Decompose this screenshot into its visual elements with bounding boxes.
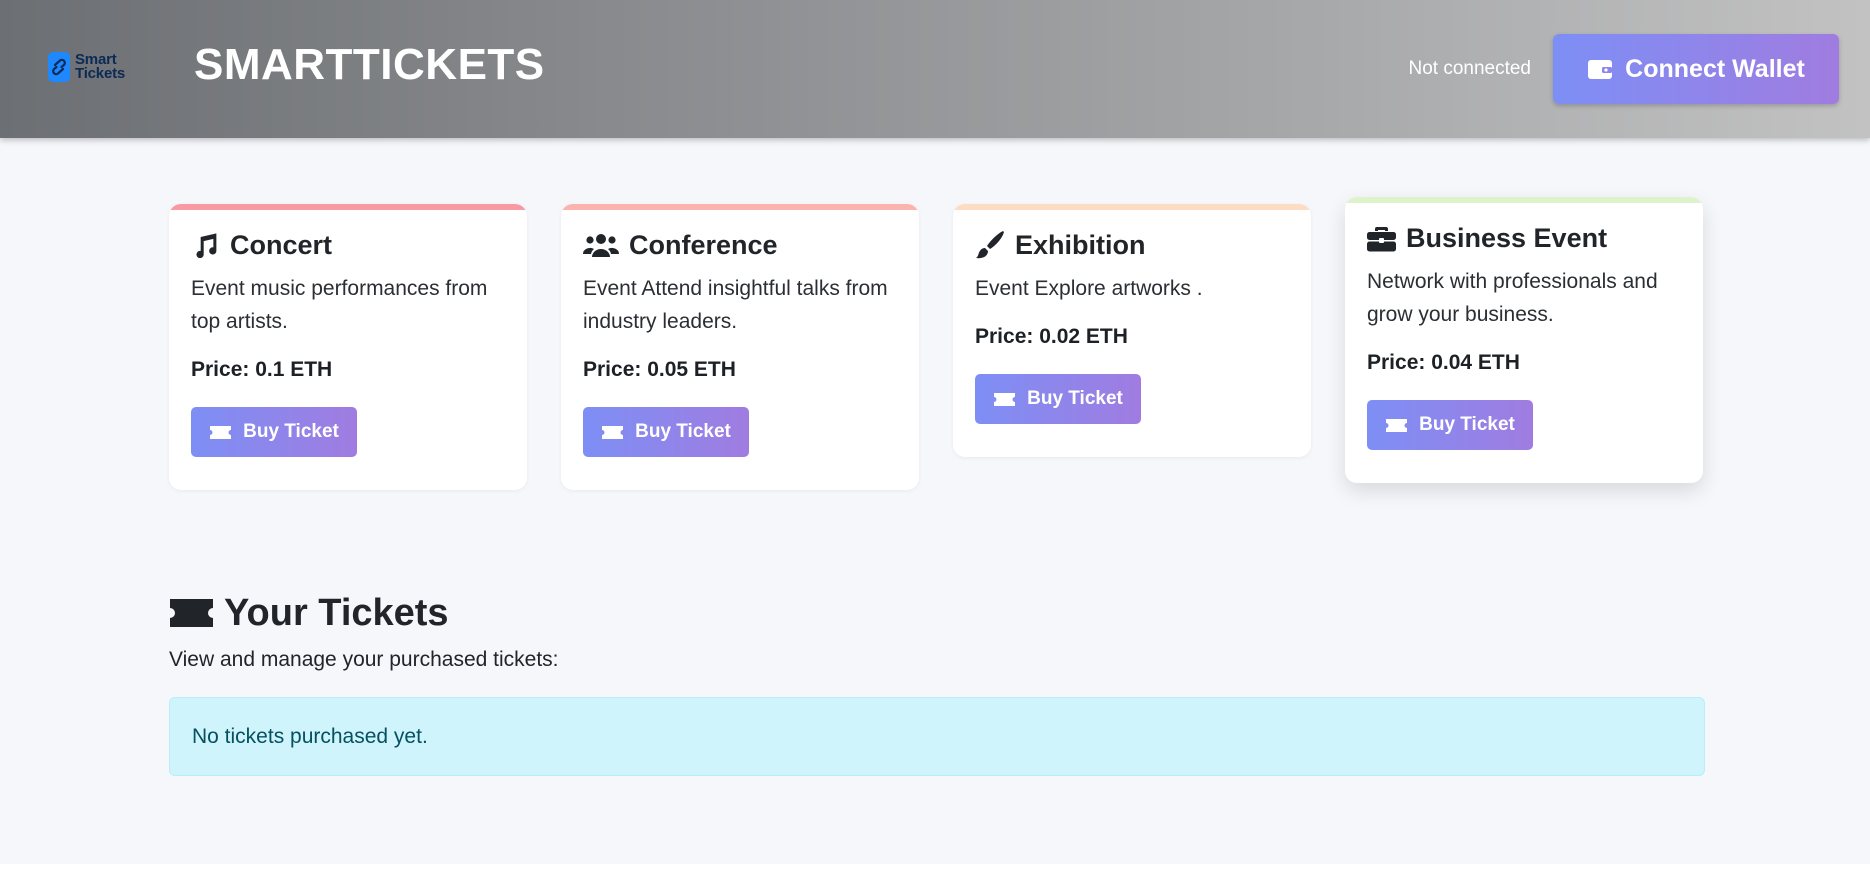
link-icon — [48, 52, 70, 82]
ticket-icon — [1385, 418, 1408, 433]
event-card-conference: Conference Event Attend insightful talks… — [561, 204, 919, 490]
event-title-text: Exhibition — [1015, 229, 1146, 260]
event-title-text: Conference — [629, 229, 778, 260]
buy-ticket-button[interactable]: Buy Ticket — [583, 407, 749, 457]
event-title: Exhibition — [975, 228, 1289, 262]
page: Smart Tickets SMARTTICKETS Not connected… — [0, 0, 1870, 880]
app-title: SMARTTICKETS — [194, 40, 545, 89]
main-content: Concert Event music performances from to… — [0, 138, 1870, 864]
app-header: Smart Tickets SMARTTICKETS Not connected… — [0, 0, 1870, 138]
tickets-section-title: Your Tickets — [169, 588, 449, 638]
event-price: Price: 0.02 ETH — [975, 325, 1128, 348]
music-note-icon — [191, 231, 220, 260]
event-title-text: Concert — [230, 229, 333, 260]
event-card-concert: Concert Event music performances from to… — [169, 204, 527, 490]
paintbrush-icon — [975, 230, 1005, 260]
event-title-text: Business Event — [1406, 222, 1608, 253]
wallet-icon — [1587, 57, 1613, 81]
event-description: Event Explore artworks . — [975, 277, 1203, 300]
event-card-exhibition: Exhibition Event Explore artworks . Pric… — [953, 204, 1311, 457]
no-tickets-message: No tickets purchased yet. — [192, 724, 428, 748]
buy-ticket-button[interactable]: Buy Ticket — [191, 407, 357, 457]
connect-wallet-label: Connect Wallet — [1625, 54, 1805, 83]
event-description: Network with professionals and grow your… — [1367, 270, 1658, 326]
event-title: Business Event — [1367, 221, 1681, 255]
event-price: Price: 0.05 ETH — [583, 358, 736, 381]
event-price: Price: 0.1 ETH — [191, 358, 333, 381]
event-description: Event Attend insightful talks from indus… — [583, 277, 888, 333]
tickets-title-text: Your Tickets — [224, 591, 449, 634]
buy-ticket-button[interactable]: Buy Ticket — [975, 374, 1141, 424]
logo-text: Smart Tickets — [75, 52, 126, 82]
connect-wallet-button[interactable]: Connect Wallet — [1553, 34, 1839, 104]
connection-status: Not connected — [1408, 58, 1531, 79]
no-tickets-alert: No tickets purchased yet. — [169, 697, 1705, 776]
event-title: Conference — [583, 228, 897, 262]
event-price: Price: 0.04 ETH — [1367, 351, 1520, 374]
brand-logo[interactable]: Smart Tickets — [48, 50, 138, 84]
users-icon — [583, 231, 619, 259]
briefcase-icon — [1367, 225, 1396, 252]
buy-ticket-label: Buy Ticket — [243, 421, 339, 442]
tickets-subtitle: View and manage your purchased tickets: — [169, 648, 559, 671]
buy-ticket-label: Buy Ticket — [1027, 388, 1123, 409]
buy-ticket-label: Buy Ticket — [635, 421, 731, 442]
ticket-icon — [169, 598, 214, 628]
event-title: Concert — [191, 228, 505, 262]
ticket-icon — [209, 425, 232, 440]
event-description: Event music performances from top artist… — [191, 277, 488, 333]
ticket-icon — [601, 425, 624, 440]
buy-ticket-label: Buy Ticket — [1419, 414, 1515, 435]
logo-line-2: Tickets — [75, 65, 126, 82]
ticket-icon — [993, 392, 1016, 407]
event-card-business-event: Business Event Network with professional… — [1345, 197, 1703, 483]
buy-ticket-button[interactable]: Buy Ticket — [1367, 400, 1533, 450]
